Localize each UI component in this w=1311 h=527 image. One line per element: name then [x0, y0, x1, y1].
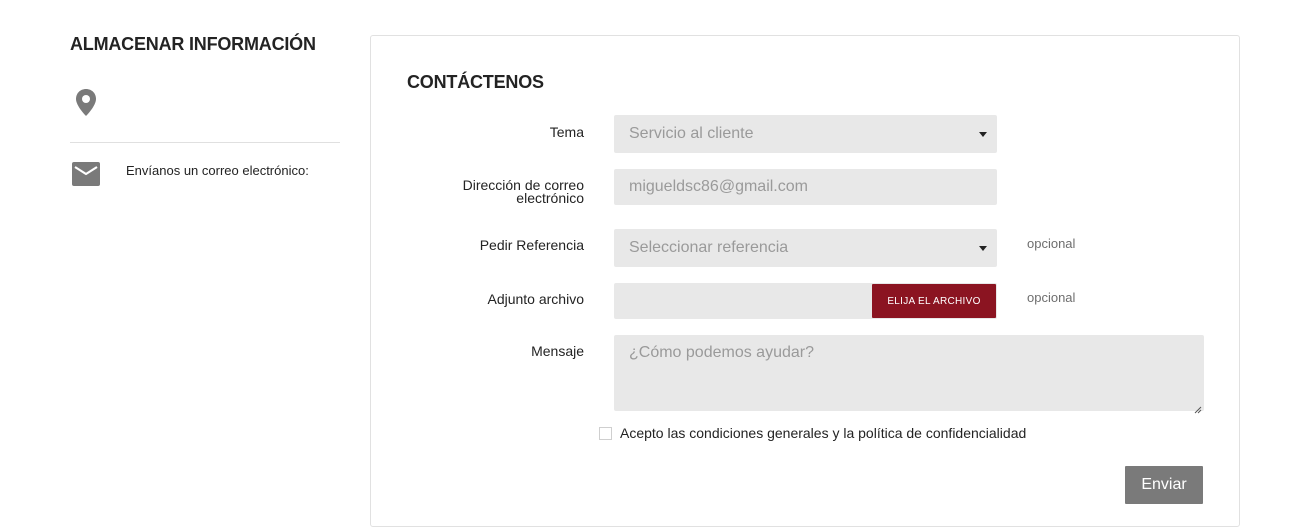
contact-title: CONTÁCTENOS — [407, 72, 544, 92]
order-reference-optional: opcional — [1027, 236, 1076, 251]
message-placeholder: ¿Cómo podemos ayudar? — [629, 344, 814, 361]
chevron-down-icon — [979, 132, 987, 137]
consent-label[interactable]: Acepto las condiciones generales y la po… — [620, 425, 1026, 441]
email-field[interactable]: migueldsc86@gmail.com — [614, 169, 997, 205]
resize-grip-icon[interactable] — [1194, 401, 1202, 414]
attachment-field[interactable]: ELIJA EL ARCHIVO — [614, 283, 997, 319]
email-label-line2: electrónico — [516, 190, 584, 206]
order-reference-select-value: Seleccionar referencia — [629, 239, 789, 256]
location-pin-icon — [74, 88, 98, 118]
store-email-row: Envíanos un correo electrónico: — [70, 160, 340, 200]
order-reference-label: Pedir Referencia — [479, 237, 584, 253]
envelope-icon — [72, 162, 100, 186]
contact-form-card: CONTÁCTENOS Tema Servicio al cliente Dir… — [370, 35, 1240, 527]
attachment-optional: opcional — [1027, 290, 1076, 305]
order-reference-select[interactable]: Seleccionar referencia — [614, 229, 997, 267]
subject-select[interactable]: Servicio al cliente — [614, 115, 997, 153]
subject-select-value: Servicio al cliente — [629, 125, 754, 142]
email-label: Dirección de correo electrónico — [384, 178, 584, 206]
attachment-label: Adjunto archivo — [487, 291, 584, 307]
store-location-row — [70, 86, 340, 143]
store-info-title: ALMACENAR INFORMACIÓN — [70, 34, 316, 54]
subject-label: Tema — [549, 124, 584, 140]
email-field-value: migueldsc86@gmail.com — [629, 178, 808, 195]
message-label: Mensaje — [531, 343, 584, 359]
chevron-down-icon — [979, 246, 987, 251]
message-textarea[interactable]: ¿Cómo podemos ayudar? — [614, 335, 1204, 414]
submit-button[interactable]: Enviar — [1125, 466, 1203, 504]
choose-file-button[interactable]: ELIJA EL ARCHIVO — [872, 284, 996, 318]
consent-checkbox[interactable] — [599, 427, 612, 440]
email-us-label: Envíanos un correo electrónico: — [126, 163, 309, 178]
